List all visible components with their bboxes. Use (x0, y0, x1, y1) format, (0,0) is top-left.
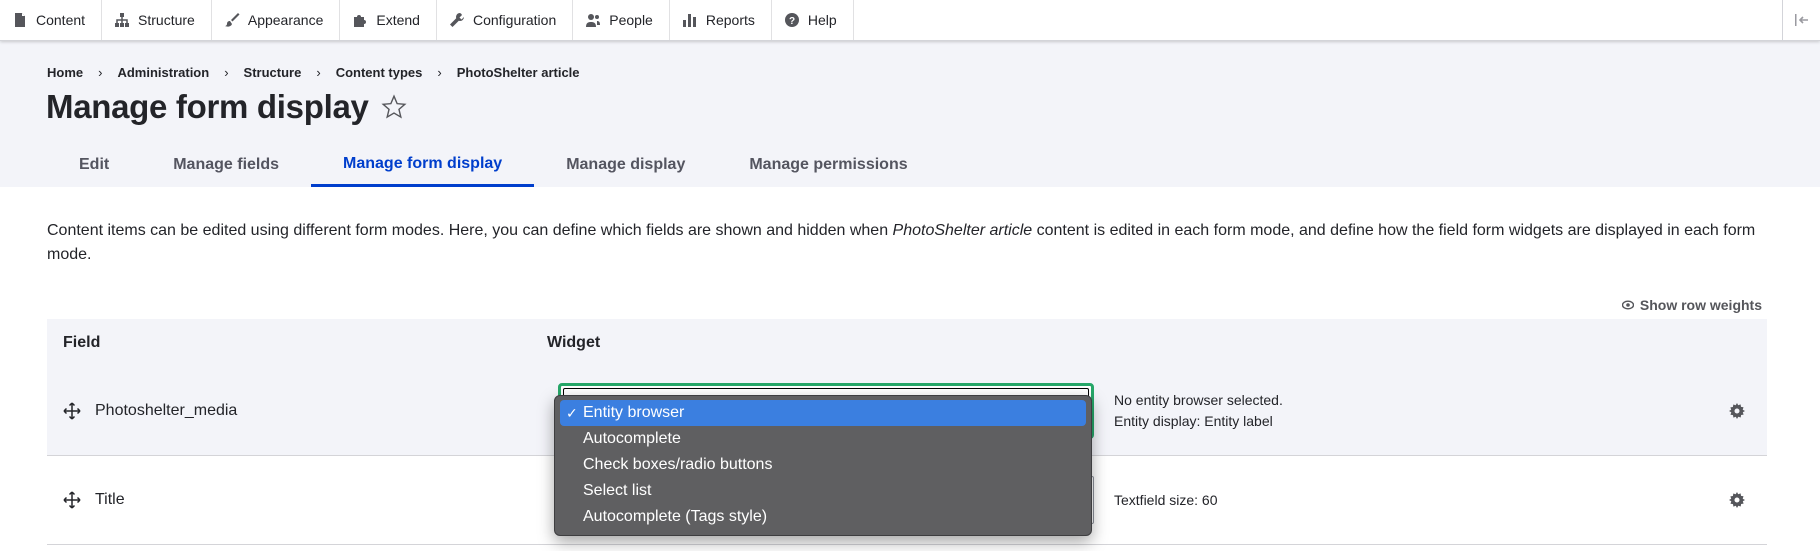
widget-summary: No entity browser selected. Entity displ… (1114, 390, 1283, 432)
breadcrumb-separator: › (98, 65, 103, 80)
toolbar-label: Extend (376, 12, 420, 28)
toolbar-label: Content (36, 12, 86, 28)
tabs: Edit Manage fields Manage form display M… (47, 143, 940, 187)
field-cell: Photoshelter_media (47, 402, 547, 420)
toolbar-label: Appearance (247, 12, 324, 28)
sitemap-icon (115, 13, 130, 27)
admin-toolbar: Content Structure Appearance Extend Conf… (0, 0, 1820, 41)
tab-manage-form-display[interactable]: Manage form display (311, 143, 535, 187)
breadcrumb-content-types[interactable]: Content types (336, 65, 423, 80)
summary-line: No entity browser selected. (1114, 392, 1283, 408)
description-content-type: PhotoShelter article (892, 222, 1033, 239)
page-title-wrapper: Manage form display (46, 88, 407, 126)
toolbar-orientation-toggle[interactable] (1782, 0, 1820, 40)
breadcrumb: Home › Administration › Structure › Cont… (47, 65, 580, 80)
toolbar-configuration[interactable]: Configuration (437, 0, 574, 40)
drag-handle-icon[interactable] (63, 491, 81, 509)
dropdown-option-autocomplete-tags[interactable]: Autocomplete (Tags style) (560, 504, 1086, 530)
toolbar-label: Reports (705, 12, 755, 28)
breadcrumb-photoshelter-article[interactable]: PhotoShelter article (457, 65, 580, 80)
gear-icon[interactable] (1729, 403, 1745, 419)
field-name: Title (95, 491, 125, 508)
toolbar-extend[interactable]: Extend (340, 0, 437, 40)
show-row-weights-button[interactable]: Show row weights (1621, 297, 1762, 313)
file-icon (15, 13, 25, 27)
toolbar-people[interactable]: People (573, 0, 670, 40)
wrench-icon (449, 13, 464, 27)
description-text: Content items can be edited using differ… (47, 222, 893, 239)
column-header-field: Field (63, 334, 101, 351)
dropdown-option-checkboxes[interactable]: Check boxes/radio buttons (560, 452, 1086, 478)
widget-summary: Textfield size: 60 (1114, 490, 1218, 511)
toolbar-label: Structure (138, 12, 195, 28)
breadcrumb-separator: › (316, 65, 321, 80)
toolbar-appearance[interactable]: Appearance (212, 0, 341, 40)
field-cell: Title (47, 491, 547, 509)
page-title: Manage form display (46, 88, 369, 125)
dropdown-option-autocomplete[interactable]: Autocomplete (560, 426, 1086, 452)
breadcrumb-separator: › (437, 65, 442, 80)
people-icon (586, 14, 601, 27)
collapse-icon (1794, 14, 1808, 26)
option-label: Check boxes/radio buttons (583, 456, 773, 473)
checkmark-icon: ✓ (566, 404, 578, 421)
toolbar-structure[interactable]: Structure (102, 0, 212, 40)
gear-icon[interactable] (1729, 492, 1745, 508)
column-header-widget: Widget (547, 334, 601, 351)
tab-manage-fields[interactable]: Manage fields (141, 143, 311, 187)
breadcrumb-structure[interactable]: Structure (244, 65, 302, 80)
option-label: Autocomplete (583, 430, 681, 447)
summary-line: Textfield size: 60 (1114, 491, 1218, 508)
table-header: Field Widget (47, 319, 1767, 367)
breadcrumb-separator: › (224, 65, 229, 80)
dropdown-option-entity-browser[interactable]: ✓ Entity browser (560, 400, 1086, 426)
breadcrumb-home[interactable]: Home (47, 65, 83, 80)
puzzle-icon (354, 15, 367, 27)
help-icon: ? (784, 13, 799, 27)
tab-manage-permissions[interactable]: Manage permissions (717, 143, 939, 187)
toolbar-help[interactable]: ? Help (772, 0, 854, 40)
brush-icon (224, 13, 240, 27)
breadcrumb-administration[interactable]: Administration (117, 65, 209, 80)
widget-dropdown-menu: ✓ Entity browser Autocomplete Check boxe… (554, 395, 1092, 536)
drag-handle-icon[interactable] (63, 402, 81, 420)
star-icon[interactable] (380, 94, 407, 120)
page-header: Home › Administration › Structure › Cont… (0, 41, 1820, 187)
show-row-weights-label: Show row weights (1639, 297, 1762, 313)
toolbar-label: Help (807, 12, 837, 28)
tab-edit[interactable]: Edit (47, 143, 141, 187)
page-description: Content items can be edited using differ… (47, 219, 1777, 267)
option-label: Select list (583, 482, 652, 499)
option-label: Entity browser (583, 404, 685, 421)
toolbar-content[interactable]: Content (0, 0, 103, 40)
dropdown-option-select-list[interactable]: Select list (560, 478, 1086, 504)
summary-line: Entity display: Entity label (1114, 413, 1273, 429)
toolbar-label: People (609, 12, 653, 28)
bar-chart-icon (682, 14, 696, 27)
svg-text:?: ? (789, 16, 795, 27)
eye-icon (1621, 300, 1634, 310)
toolbar-reports[interactable]: Reports (670, 0, 772, 40)
option-label: Autocomplete (Tags style) (583, 508, 768, 525)
field-name: Photoshelter_media (95, 402, 238, 419)
tab-manage-display[interactable]: Manage display (534, 143, 717, 187)
toolbar-label: Configuration (472, 12, 557, 28)
